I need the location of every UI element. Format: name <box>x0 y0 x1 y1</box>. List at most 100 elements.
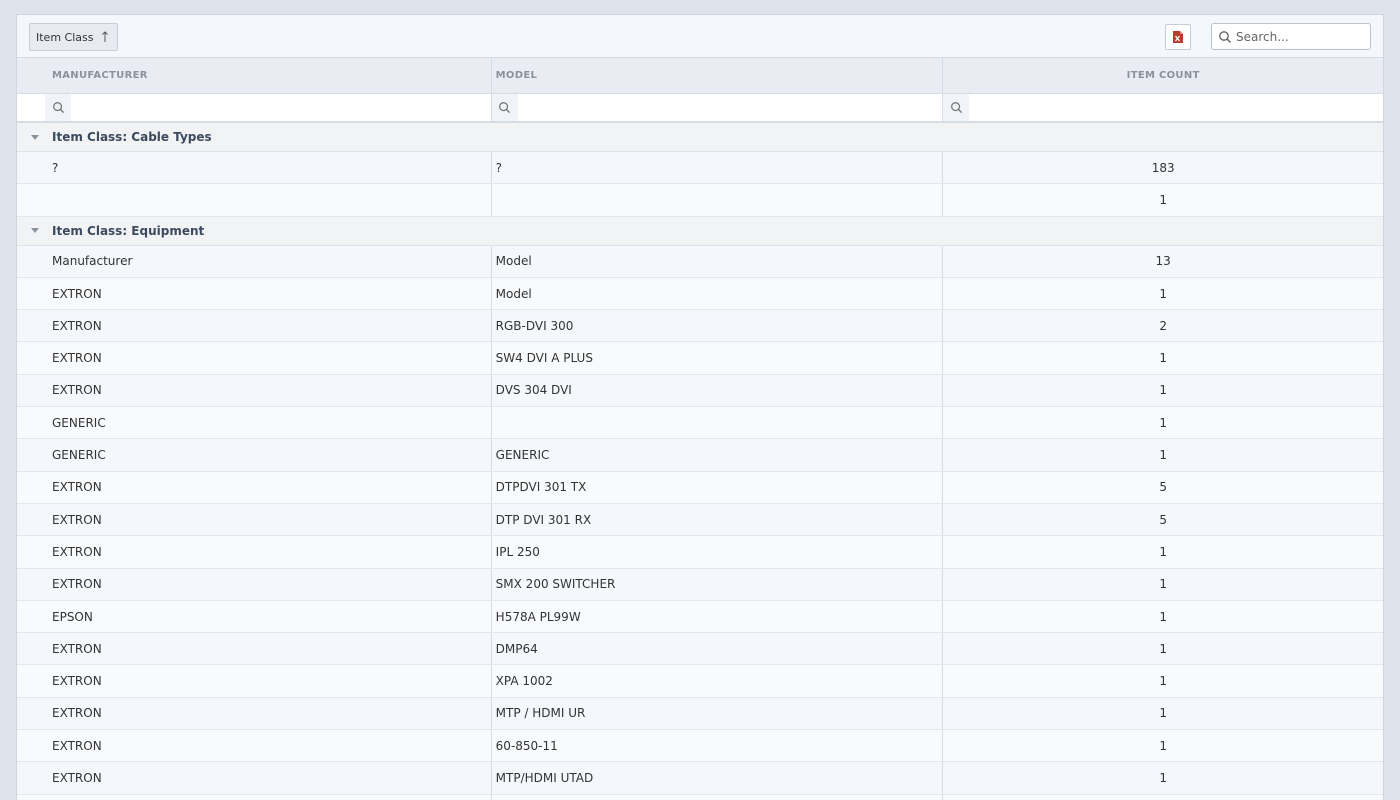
cell-model: DTPDVI 301 TX <box>492 471 944 503</box>
group-label: Item Class: Equipment <box>52 223 205 238</box>
filter-cell-manufacturer <box>17 94 492 121</box>
group-chip-label: Item Class <box>36 30 94 44</box>
data-grid-panel: Item Class MANUFACTURER MODEL ITEM COUNT <box>16 14 1384 800</box>
table-row[interactable]: EXTRON SMX 200 SWITCHER 1 <box>17 568 1383 601</box>
filter-menu-model[interactable] <box>491 94 518 121</box>
cell-model: DMP64 <box>492 633 944 665</box>
grid-body: Item Class: Cable Types?? 183 1 Item Class:… <box>17 123 1383 800</box>
table-row[interactable]: EXTRON RGB-DVI 300 2 <box>17 310 1383 343</box>
cell-item-count: 1 <box>1159 544 1167 559</box>
filter-input-model[interactable] <box>517 94 943 121</box>
cell-manufacturer: EXTRON <box>17 665 492 697</box>
cell-model: SW4 DVI A PLUS <box>492 342 944 374</box>
cell-item-count: 1 <box>1159 706 1167 721</box>
cell-manufacturer: ? <box>17 152 492 184</box>
table-row[interactable]: EXTRON MTP / HDMI UR 1 <box>17 697 1383 731</box>
cell-manufacturer: GENERIC <box>17 439 492 471</box>
table-row[interactable] <box>17 794 1383 800</box>
cell-model: DTP DVI 301 RX <box>492 503 944 536</box>
column-header-model[interactable]: MODEL <box>492 58 944 93</box>
cell-item-count: 1 <box>1159 609 1167 624</box>
table-row[interactable]: 1 <box>17 184 1383 217</box>
filter-menu-item-count[interactable] <box>943 94 970 121</box>
cell-model: MTP/HDMI UTAD <box>492 762 944 794</box>
cell-item-count <box>943 795 1383 800</box>
group-row[interactable]: Item Class: Cable Types <box>17 123 1383 152</box>
table-row[interactable]: EXTRON 60-850-11 1 <box>17 730 1383 763</box>
cell-model: 60-850-11 <box>492 730 944 762</box>
group-by-chip-item-class[interactable]: Item Class <box>29 23 119 51</box>
table-row[interactable]: Manufacturer Model 13 <box>17 245 1383 278</box>
filter-menu-manufacturer[interactable] <box>45 94 71 121</box>
cell-manufacturer: EXTRON <box>17 342 492 374</box>
cell-item-count: 1 <box>1159 738 1167 753</box>
cell-item-count: 1 <box>1159 770 1167 785</box>
cell-manufacturer: EXTRON <box>17 471 492 503</box>
cell-manufacturer: EXTRON <box>17 310 492 342</box>
cell-manufacturer: Manufacturer <box>17 245 492 277</box>
cell-model: IPL 250 <box>492 536 944 568</box>
filter-cell-item-count <box>943 94 1383 121</box>
cell-item-count: 1 <box>1159 448 1167 463</box>
cell-item-count: 1 <box>1159 286 1167 301</box>
cell-model: Model <box>492 277 944 310</box>
table-row[interactable]: EXTRON DMP64 1 <box>17 633 1383 666</box>
table-row[interactable]: ?? 183 <box>17 152 1383 185</box>
table-row[interactable]: EXTRON MTP/HDMI UTAD 1 <box>17 762 1383 795</box>
cell-item-count: 5 <box>1159 480 1167 495</box>
filter-cell-model <box>491 94 944 121</box>
cell-model: RGB-DVI 300 <box>492 310 944 342</box>
cell-manufacturer: EXTRON <box>17 503 492 536</box>
table-row[interactable]: GENERIC 1 <box>17 407 1383 440</box>
cell-item-count: 1 <box>1159 641 1167 656</box>
cell-manufacturer <box>17 184 492 216</box>
cell-item-count: 1 <box>1159 192 1167 207</box>
cell-item-count: 2 <box>1159 318 1167 333</box>
table-row[interactable]: EXTRON DTP DVI 301 RX 5 <box>17 503 1383 537</box>
search-icon <box>499 102 511 114</box>
cell-manufacturer: EXTRON <box>17 374 492 407</box>
cell-item-count: 183 <box>1151 160 1175 175</box>
cell-manufacturer: EXTRON <box>17 730 492 762</box>
excel-export-icon <box>1173 31 1183 43</box>
caret-down-icon[interactable] <box>17 228 52 234</box>
table-row[interactable]: EPSON H578A PL99W 1 <box>17 600 1383 634</box>
table-row[interactable]: EXTRON DTPDVI 301 TX 5 <box>17 471 1383 504</box>
cell-item-count: 1 <box>1159 577 1167 592</box>
search-icon <box>52 102 64 114</box>
table-row[interactable]: GENERIC GENERIC 1 <box>17 439 1383 472</box>
table-row[interactable]: EXTRON XPA 1002 1 <box>17 665 1383 698</box>
cell-item-count: 13 <box>1155 254 1171 269</box>
caret-down-icon[interactable] <box>17 134 52 140</box>
cell-manufacturer: EXTRON <box>17 277 492 310</box>
cell-item-count: 1 <box>1159 351 1167 366</box>
table-row[interactable]: EXTRON IPL 250 1 <box>17 536 1383 569</box>
table-row[interactable]: EXTRON DVS 304 DVI 1 <box>17 374 1383 408</box>
filter-input-manufacturer[interactable] <box>71 94 491 121</box>
group-row[interactable]: Item Class: Equipment <box>17 216 1383 246</box>
cell-manufacturer: EPSON <box>17 600 492 633</box>
cell-item-count: 1 <box>1159 383 1167 398</box>
search-icon <box>950 102 962 114</box>
column-header-manufacturer[interactable]: MANUFACTURER <box>17 58 492 93</box>
cell-manufacturer: EXTRON <box>17 568 492 600</box>
cell-model: XPA 1002 <box>492 665 944 697</box>
global-search-input[interactable] <box>1236 29 1366 44</box>
cell-manufacturer: EXTRON <box>17 762 492 794</box>
sort-ascending-icon[interactable] <box>101 31 109 43</box>
column-header-item-count[interactable]: ITEM COUNT <box>943 58 1383 93</box>
cell-manufacturer <box>17 794 492 800</box>
search-icon <box>1219 30 1232 43</box>
excel-export-button[interactable] <box>1165 24 1191 50</box>
global-search-box[interactable] <box>1211 23 1371 50</box>
filter-row <box>17 94 1383 123</box>
cell-model: Model <box>492 245 944 277</box>
cell-model <box>492 407 944 439</box>
cell-item-count: 1 <box>1159 415 1167 430</box>
table-row[interactable]: EXTRON Model 1 <box>17 277 1383 311</box>
cell-model: SMX 200 SWITCHER <box>492 568 944 600</box>
filter-input-item-count[interactable] <box>969 94 1383 121</box>
cell-item-count: 5 <box>1159 512 1167 527</box>
table-row[interactable]: EXTRON SW4 DVI A PLUS 1 <box>17 342 1383 375</box>
cell-manufacturer: EXTRON <box>17 633 492 665</box>
